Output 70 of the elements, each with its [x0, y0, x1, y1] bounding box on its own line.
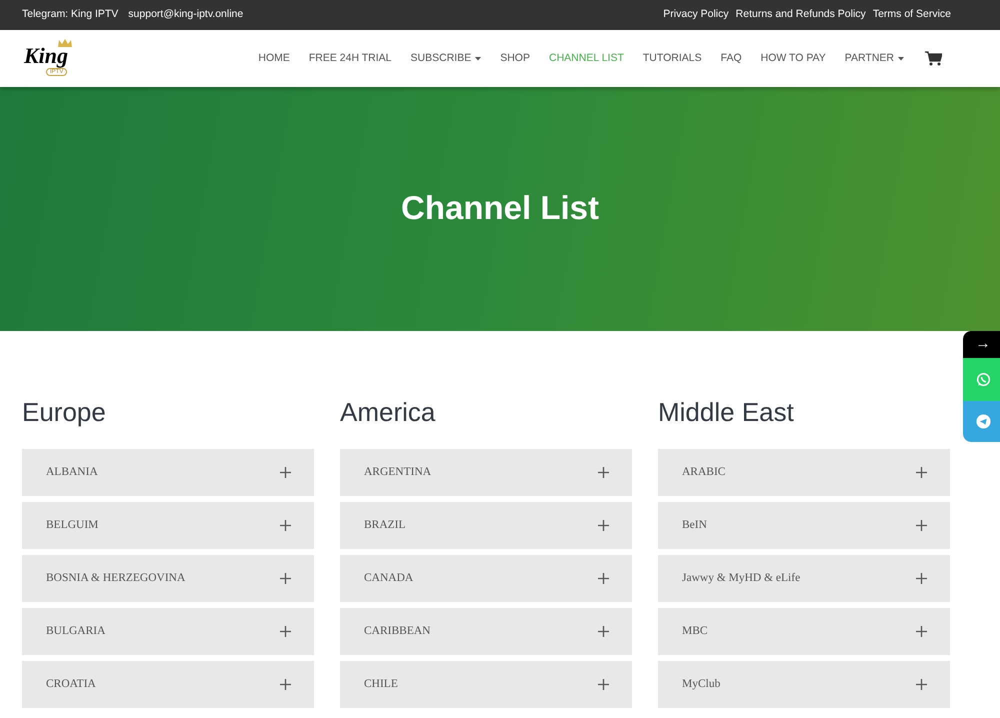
accordion-item[interactable]: CHILE	[340, 661, 632, 708]
accordion-item[interactable]: CARIBBEAN	[340, 608, 632, 655]
country-label: ARGENTINA	[364, 464, 432, 480]
plus-icon	[598, 679, 609, 690]
country-label: BOSNIA & HERZEGOVINA	[46, 570, 186, 586]
caret-icon	[475, 56, 482, 60]
nav-link[interactable]: SUBSCRIBE	[410, 50, 482, 66]
nav-link[interactable]: HOW TO PAY	[760, 50, 826, 66]
accordion-item[interactable]: Jawwy & MyHD & eLife	[658, 555, 950, 602]
accordion-item[interactable]: CANADA	[340, 555, 632, 602]
plus-icon	[280, 626, 291, 637]
country-label: MBC	[682, 624, 708, 639]
region-heading: Europe	[22, 399, 107, 425]
accordion-item[interactable]: BeIN	[658, 502, 950, 549]
region-heading: Middle East	[658, 399, 795, 425]
plus-icon	[598, 467, 609, 478]
plus-icon	[280, 520, 291, 531]
accordion-item[interactable]: ALBANIA	[22, 449, 314, 496]
chat-icon	[976, 372, 990, 387]
accordion-item[interactable]: BELGUIM	[22, 502, 314, 549]
plus-icon	[598, 520, 609, 531]
page-title: Channel List	[400, 188, 600, 228]
nav-link[interactable]: HOME	[258, 50, 290, 66]
accordion-item[interactable]: BRAZIL	[340, 502, 632, 549]
nav-link[interactable]: FREE 24H TRIAL	[308, 50, 392, 66]
plus-icon	[916, 467, 927, 478]
plus-icon	[916, 679, 927, 690]
nav-link[interactable]: TUTORIALS	[642, 50, 702, 66]
country-label: BeIN	[682, 518, 707, 533]
plus-icon	[916, 626, 927, 637]
accordion-item[interactable]: MBC	[658, 608, 950, 655]
policy-link[interactable]: Privacy Policy	[663, 7, 729, 23]
plus-icon	[280, 573, 291, 584]
telegram-button[interactable]	[963, 401, 1000, 442]
accordion-item[interactable]: CROATIA	[22, 661, 314, 708]
region-heading: America	[340, 399, 436, 425]
policy-link[interactable]: Returns and Refunds Policy	[736, 7, 866, 23]
country-label: BRAZIL	[364, 518, 406, 533]
accordion-item[interactable]: MyClub	[658, 661, 950, 708]
nav-link[interactable]: FAQ	[720, 50, 742, 66]
accordion-item[interactable]: ARGENTINA	[340, 449, 632, 496]
whatsapp-button[interactable]	[963, 358, 1000, 401]
arrow-button[interactable]: →	[963, 331, 1000, 358]
plus-icon	[916, 520, 927, 531]
policy-link[interactable]: Terms of Service	[872, 7, 951, 23]
plus-icon	[280, 467, 291, 478]
plus-icon	[916, 573, 927, 584]
country-label: MyClub	[682, 676, 720, 692]
accordion-item[interactable]: BOSNIA & HERZEGOVINA	[22, 555, 314, 602]
nav-link[interactable]: PARTNER	[844, 50, 904, 66]
contact-text: Telegram: King IPTV	[22, 7, 118, 22]
contact-text: support@king-iptv.online	[128, 7, 244, 22]
cart-icon[interactable]	[925, 51, 942, 66]
country-label: ALBANIA	[46, 464, 98, 480]
paper-plane-icon	[976, 414, 990, 429]
plus-icon	[598, 626, 609, 637]
country-label: BULGARIA	[46, 624, 106, 639]
country-label: ARABIC	[682, 464, 726, 480]
country-label: Jawwy & MyHD & eLife	[682, 570, 800, 586]
accordion-item[interactable]: BULGARIA	[22, 608, 314, 655]
accordion-item[interactable]: ARABIC	[658, 449, 950, 496]
plus-icon	[598, 573, 609, 584]
caret-icon	[898, 56, 904, 60]
country-label: CARIBBEAN	[364, 624, 430, 639]
country-label: CHILE	[364, 676, 398, 692]
country-label: BELGUIM	[46, 518, 98, 533]
nav-link[interactable]: SHOP	[500, 50, 530, 66]
plus-icon	[280, 679, 291, 690]
country-label: CROATIA	[46, 676, 96, 692]
country-label: CANADA	[364, 570, 414, 586]
